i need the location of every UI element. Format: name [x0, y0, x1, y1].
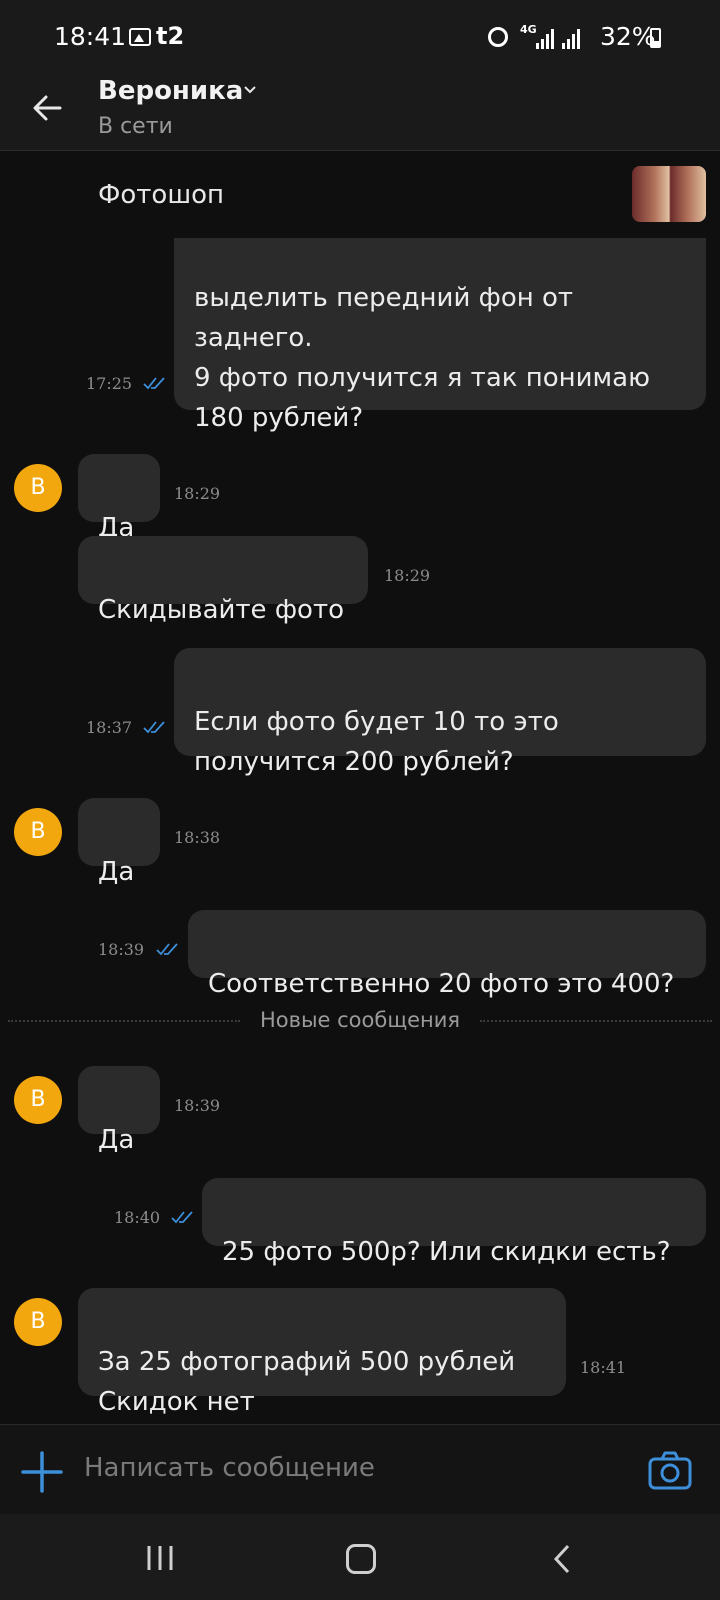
message-bubble-incoming[interactable]: Да — [78, 798, 160, 887]
read-checkmarks-icon — [143, 377, 165, 390]
contact-name[interactable]: Вероника — [98, 76, 243, 106]
message-bubble-incoming[interactable]: За 25 фотографий 500 рублей Скидок нет — [78, 1288, 566, 1417]
message-text: Скидывайте фото — [98, 595, 345, 625]
message-time: 18:37 — [86, 718, 133, 737]
message-composer: Написать сообщение — [0, 1424, 720, 1515]
message-text: Если фото будет 10 то это получится 200 … — [194, 707, 559, 777]
attach-plus-icon[interactable] — [20, 1450, 64, 1494]
presence-status: В сети — [98, 114, 173, 139]
pinned-title[interactable]: Фотошоп — [98, 180, 224, 210]
message-time: 18:40 — [114, 1208, 161, 1227]
battery-icon — [650, 28, 661, 48]
message-time: 18:38 — [174, 828, 221, 847]
chevron-down-icon[interactable] — [244, 84, 256, 96]
avatar[interactable]: В — [14, 1298, 62, 1346]
home-icon[interactable] — [346, 1544, 376, 1574]
message-bubble-outgoing[interactable]: Если фото будет 10 то это получится 200 … — [174, 648, 706, 777]
message-time: 18:41 — [580, 1358, 627, 1377]
divider-line — [480, 1020, 712, 1022]
carrier-label: t2 — [156, 22, 185, 50]
message-text: Соответственно 20 фото это 400? — [208, 969, 675, 999]
message-text: За 25 фотографий 500 рублей Скидок нет — [98, 1347, 516, 1417]
signal-icon — [562, 27, 584, 49]
message-bubble-incoming[interactable]: Скидывайте фото — [78, 536, 368, 625]
chat-header: Вероника В сети — [0, 60, 720, 151]
network-type: 4G — [520, 23, 537, 36]
message-text: 25 фото 500р? Или скидки есть? — [222, 1237, 671, 1267]
message-bubble-outgoing[interactable]: 25 фото 500р? Или скидки есть? — [202, 1178, 706, 1267]
message-text: выделить передний фон от заднего. 9 фото… — [194, 283, 650, 433]
avatar[interactable]: В — [14, 464, 62, 512]
avatar[interactable]: В — [14, 1076, 62, 1124]
message-time: 18:39 — [98, 940, 145, 959]
camera-icon[interactable] — [648, 1451, 692, 1491]
signal-icon — [536, 27, 558, 49]
recent-apps-icon[interactable] — [145, 1544, 175, 1572]
read-checkmarks-icon — [171, 1211, 193, 1224]
back-arrow-icon[interactable] — [30, 90, 66, 126]
message-time: 17:25 — [86, 374, 133, 393]
message-time: 18:29 — [174, 484, 221, 503]
message-time: 18:39 — [174, 1096, 221, 1115]
status-time: 18:41 — [54, 22, 127, 51]
pinned-photo-thumbnail[interactable] — [632, 166, 706, 222]
message-text: Да — [98, 1125, 135, 1155]
gallery-icon — [129, 28, 151, 46]
message-input[interactable]: Написать сообщение — [84, 1453, 375, 1483]
back-icon[interactable] — [552, 1544, 572, 1574]
read-checkmarks-icon — [156, 943, 178, 956]
message-text: Да — [98, 857, 135, 887]
status-bar: 18:41 t2 4G 32% — [0, 0, 720, 60]
message-bubble-incoming[interactable]: Да — [78, 454, 160, 543]
message-time: 18:29 — [384, 566, 431, 585]
battery-percent: 32% — [600, 22, 656, 51]
alarm-icon — [488, 27, 508, 47]
read-checkmarks-icon — [143, 721, 165, 734]
message-bubble-outgoing[interactable]: Соответственно 20 фото это 400? — [188, 910, 706, 999]
system-navigation-bar — [0, 1514, 720, 1600]
message-bubble-outgoing[interactable]: выделить передний фон от заднего. 9 фото… — [174, 238, 706, 433]
avatar[interactable]: В — [14, 808, 62, 856]
message-bubble-incoming[interactable]: Да — [78, 1066, 160, 1155]
